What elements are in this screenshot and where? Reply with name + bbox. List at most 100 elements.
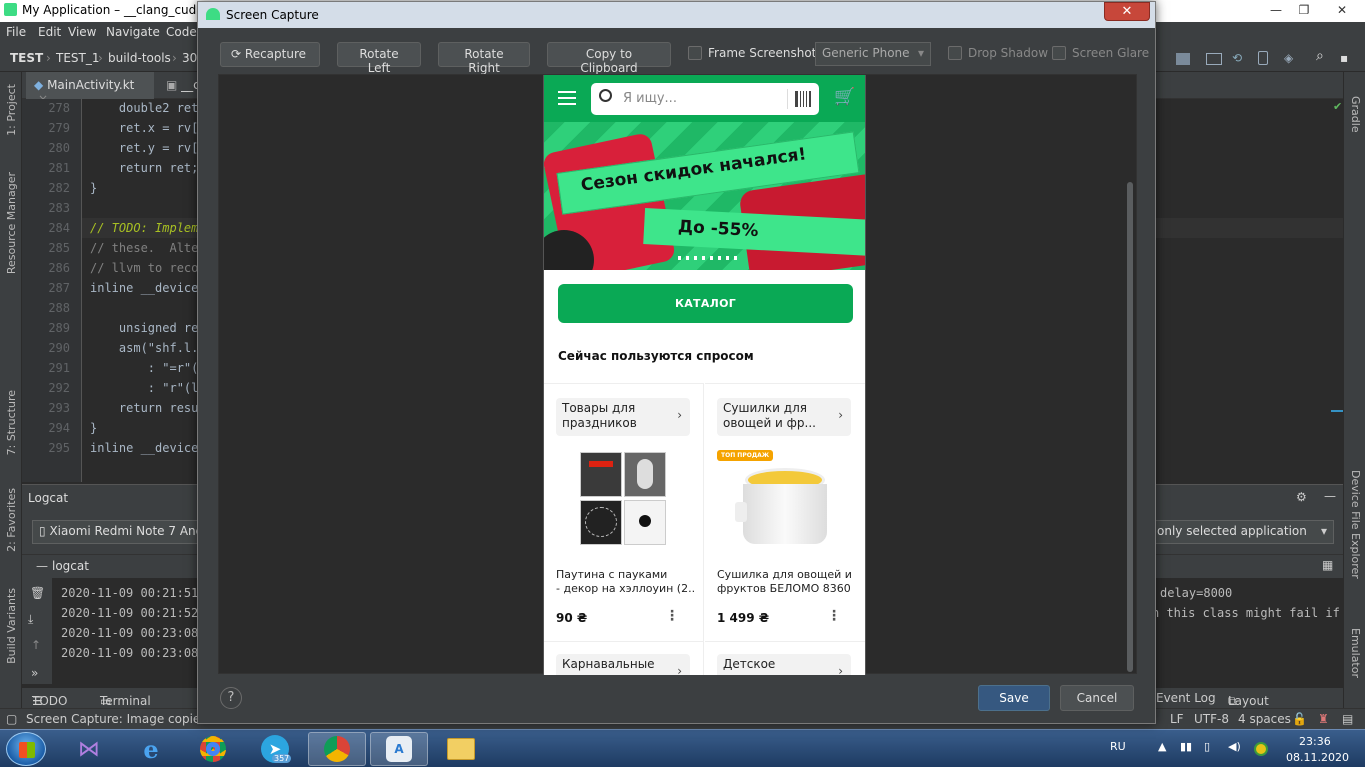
menu-code[interactable]: Code xyxy=(166,25,197,39)
device-selector[interactable]: ▯ Xiaomi Redmi Note 7 Andr xyxy=(32,520,202,544)
logcat-tab[interactable]: logcat xyxy=(52,559,89,573)
carousel-dots[interactable] xyxy=(678,256,742,260)
drop-shadow-checkbox[interactable] xyxy=(948,46,962,60)
layout-icon[interactable]: ▦ xyxy=(1322,558,1333,572)
screen-glare-checkbox[interactable] xyxy=(1052,46,1066,60)
product-card[interactable]: Товары для праздников › Паутина с паукам… xyxy=(544,383,704,643)
search-input[interactable]: Я ищу... xyxy=(591,83,819,115)
logcat-title: Logcat xyxy=(28,491,69,505)
trash-icon[interactable]: 🗑 xyxy=(30,586,45,600)
settings-icon[interactable]: ▪ xyxy=(1340,51,1348,65)
taskbar-explorer[interactable] xyxy=(432,732,490,766)
menu-view[interactable]: View xyxy=(68,25,96,39)
menu-navigate[interactable]: Navigate xyxy=(106,25,160,39)
indent-indicator[interactable]: 4 spaces xyxy=(1238,712,1291,726)
hamburger-menu-icon[interactable] xyxy=(558,91,576,105)
catalog-button[interactable]: КАТАЛОГ xyxy=(558,284,853,323)
category-chip[interactable]: Товары для праздников › xyxy=(556,398,690,436)
close-dialog-button[interactable]: ✕ xyxy=(1104,2,1150,21)
product-card[interactable]: Карнавальные › xyxy=(544,641,704,675)
category-chip[interactable]: Карнавальные › xyxy=(556,654,690,675)
favorites-tool-button[interactable]: 2: Favorites xyxy=(5,488,18,552)
more-icon[interactable]: » xyxy=(31,666,38,680)
breadcrumb-build-tools[interactable]: build-tools xyxy=(108,51,171,65)
search-icon[interactable]: ⌕ xyxy=(1316,48,1324,64)
show-hidden-icons-icon[interactable]: ▲ xyxy=(1158,740,1166,753)
encoding-indicator[interactable]: UTF-8 xyxy=(1194,712,1229,726)
more-options-icon[interactable]: ⋮ xyxy=(665,608,679,624)
maximize-icon[interactable]: ❐ xyxy=(1290,1,1318,19)
frame-screenshot-checkbox[interactable] xyxy=(688,46,702,60)
lock-icon[interactable]: 🔓 xyxy=(1292,712,1307,726)
menu-file[interactable]: File xyxy=(6,25,26,39)
taskbar-visual-studio[interactable]: ⋈ xyxy=(60,732,118,766)
category-chip[interactable]: Сушилки для овощей и фр... › xyxy=(717,398,851,436)
header-file-icon: ▣ xyxy=(166,78,178,92)
start-button[interactable] xyxy=(6,732,46,766)
chevron-down-icon: ▾ xyxy=(1320,524,1327,538)
category-chip[interactable]: Детское › xyxy=(717,654,851,675)
tab-label: MainActivity.kt xyxy=(47,78,135,92)
notifications-icon[interactable]: ▤ xyxy=(1342,712,1353,726)
cart-icon[interactable]: 🛒 xyxy=(834,87,855,107)
rotate-right-button[interactable]: Rotate Right xyxy=(438,42,530,75)
emulator-tool-button[interactable]: Emulator xyxy=(1349,628,1362,678)
product-card[interactable]: Детское › xyxy=(705,641,865,675)
tab-mainactivity[interactable]: ◆ MainActivity.kt × xyxy=(26,72,154,106)
gradle-tool-button[interactable]: Gradle xyxy=(1349,96,1362,133)
device-file-explorer-tool-button[interactable]: Device File Explorer xyxy=(1349,470,1362,579)
more-options-icon[interactable]: ⋮ xyxy=(827,608,841,624)
taskbar-telegram[interactable]: ➤ 357 xyxy=(246,732,304,766)
preview-scrollbar[interactable] xyxy=(1127,182,1133,672)
taskbar-android-studio[interactable]: A xyxy=(370,732,428,766)
event-log-tool-button[interactable]: Event Log xyxy=(1156,691,1216,705)
battery-icon[interactable]: ▯ xyxy=(1204,740,1210,753)
taskbar-internet-explorer[interactable]: e xyxy=(122,732,180,766)
avd-manager-icon[interactable] xyxy=(1206,53,1222,65)
barcode-scanner-icon[interactable] xyxy=(795,91,811,107)
taskbar-chrome[interactable] xyxy=(184,732,242,766)
close-window-icon[interactable]: ✕ xyxy=(1322,1,1362,19)
language-indicator[interactable]: RU xyxy=(1110,740,1126,753)
log-line: 2020-11-09 00:21:52 xyxy=(61,606,199,620)
rotate-left-button[interactable]: Rotate Left xyxy=(337,42,421,75)
breadcrumb-test1[interactable]: TEST_1 xyxy=(56,51,100,65)
help-button[interactable]: ? xyxy=(220,687,242,709)
save-button[interactable]: Save xyxy=(978,685,1050,711)
device-frame-select[interactable]: Generic Phone ▾ xyxy=(815,42,931,66)
memory-indicator-icon[interactable]: ♜ xyxy=(1318,712,1329,726)
gear-icon[interactable]: ⚙ xyxy=(1296,490,1307,504)
minimize-panel-icon[interactable]: — xyxy=(36,559,48,573)
breadcrumb-test[interactable]: TEST xyxy=(10,51,43,65)
line-separator-indicator[interactable]: LF xyxy=(1170,712,1184,726)
terminal-label: Terminal xyxy=(100,694,151,708)
scroll-to-end-icon[interactable]: ⤓ xyxy=(28,612,33,627)
hide-panel-icon[interactable]: — xyxy=(1324,489,1336,503)
taskbar-chrome-2[interactable] xyxy=(308,732,366,766)
refresh-icon: ⟳ xyxy=(231,47,242,61)
phone-screenshot: Я ищу... 🛒 Сезон скидок начался! До -55%… xyxy=(543,75,866,675)
volume-icon[interactable]: ◀) xyxy=(1228,740,1241,753)
recapture-button[interactable]: ⟳ Recapture xyxy=(220,42,320,67)
cancel-button[interactable]: Cancel xyxy=(1060,685,1134,711)
sdk-manager-icon[interactable] xyxy=(1176,53,1190,65)
dialog-title: Screen Capture xyxy=(226,8,319,22)
app-tray-icon[interactable] xyxy=(1254,742,1268,756)
network-icon[interactable]: ▮▮ xyxy=(1180,740,1192,753)
screen-capture-dialog: Screen Capture ✕ ⟳ Recapture Rotate Left… xyxy=(197,1,1156,724)
promo-banner[interactable]: Сезон скидок начался! До -55% xyxy=(544,122,865,270)
sync-icon[interactable]: ⟲ xyxy=(1232,51,1242,65)
menu-edit[interactable]: Edit xyxy=(38,25,61,39)
minimize-icon[interactable]: — xyxy=(1262,1,1290,19)
copy-to-clipboard-button[interactable]: Copy to Clipboard xyxy=(547,42,671,75)
dialog-title-bar: Screen Capture ✕ xyxy=(198,2,1155,28)
clock-time[interactable]: 23:36 xyxy=(1299,735,1331,748)
clock-date[interactable]: 08.11.2020 xyxy=(1286,751,1349,764)
filter-selector[interactable]: only selected application ▾ xyxy=(1150,520,1334,544)
product-card[interactable]: Сушилки для овощей и фр... › ТОП ПРОДАЖ … xyxy=(705,383,865,643)
device-icon[interactable] xyxy=(1258,51,1268,65)
code-line: double2 ret; xyxy=(90,101,206,115)
inspector-icon[interactable]: ◈ xyxy=(1284,51,1293,65)
build-variants-tool-button[interactable]: Build Variants xyxy=(5,588,18,664)
up-arrow-icon[interactable]: ↑ xyxy=(31,638,41,652)
